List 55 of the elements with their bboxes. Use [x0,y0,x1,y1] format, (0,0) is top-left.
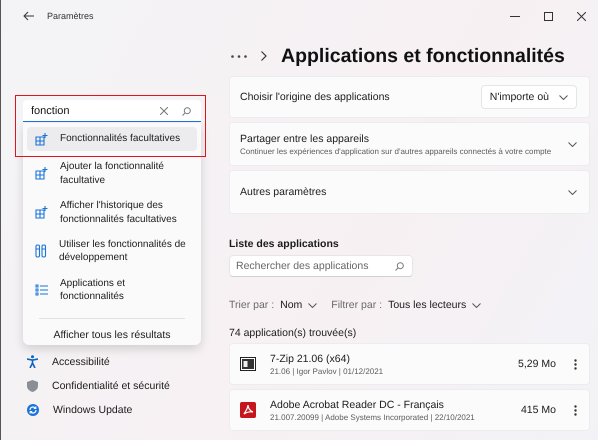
setting-label: Partager entre les appareils [240,132,370,144]
clear-icon[interactable] [160,107,168,115]
app-size: 415 Mo [520,404,556,416]
pdf-app-icon [240,402,256,418]
setting-description: Continuer les expériences d'application sur d'autres appareils connectés à votre compte [240,146,552,156]
settings-card[interactable]: Autres paramètres [229,170,590,214]
show-all-results-button[interactable]: Afficher tous les résultats [49,325,175,345]
app-name: Adobe Acrobat Reader DC - Français [270,398,445,410]
app-count: 74 application(s) trouvée(s) [229,327,358,339]
chevron-down-icon [472,302,482,308]
app-search-field[interactable]: Rechercher des applications [229,255,413,277]
source-dropdown[interactable]: N'importe où [480,85,577,109]
app-details: 21.06 | Igor Pavlov | 01/12/2021 [270,366,384,376]
page-title: Applications et fonctionnalités [281,44,565,68]
chevron-down-icon [568,142,577,146]
sync-icon [27,404,39,416]
more-icon[interactable] [574,404,577,416]
close-icon[interactable] [577,12,586,20]
more-icon[interactable] [574,358,577,370]
more-icon[interactable] [231,54,247,58]
suggestion-item[interactable]: Applications et fonctionnalités [27,274,197,306]
filter-dropdown[interactable]: Filtrer par : Tous les lecteurs [331,299,482,311]
app-size: 5,29 Mo [518,358,556,370]
search-icon[interactable] [182,107,191,116]
app-name: 7-Zip 21.06 (x64) [270,352,351,364]
tools-icon [35,244,47,258]
grid-plus-icon [35,206,48,220]
chevron-down-icon [308,302,318,308]
chevron-down-icon [568,190,577,194]
settings-card[interactable]: Partager entre les appareils Continuer les expériences d'application sur d'autres appareils connectés à votre compte [229,122,590,166]
list-icon [35,284,48,296]
nav-item[interactable]: Accessibilité [23,352,174,371]
suggestion-item[interactable]: Fonctionnalités facultatives [27,127,197,151]
shield-icon [27,380,38,392]
suggestion-item[interactable]: Ajouter la fonctionnalité facultative [27,158,197,190]
back-arrow-icon[interactable] [23,11,35,21]
setting-label: Autres paramètres [240,186,328,198]
app-details: 21.007.20099 | Adobe Systems Incorporated | 22/10/2021 [270,412,476,422]
grid-plus-icon [35,132,48,146]
search-field[interactable]: fonction [23,100,201,122]
nav-item[interactable]: Confidentialité et sécurité [23,377,174,395]
grid-plus-icon [35,167,48,180]
accessibility-icon [27,355,38,368]
suggestion-item[interactable]: Afficher l'historique des fonctionnalités facultatives [27,196,197,228]
search-icon[interactable] [395,262,404,271]
nav-item[interactable]: Windows Update [23,401,174,419]
window-title: Paramètres [47,11,94,21]
setting-label: Choisir l'origine des applications [240,91,391,103]
maximize-icon[interactable] [544,12,553,20]
chevron-right-icon [261,51,267,61]
section-heading: Liste des applications [229,238,340,250]
archive-app-icon [240,357,256,371]
suggestion-item[interactable]: Utiliser les fonctionnalités de développement [27,236,197,268]
sort-dropdown[interactable]: Trier par : Nom [229,299,318,311]
chevron-down-icon [559,94,568,100]
